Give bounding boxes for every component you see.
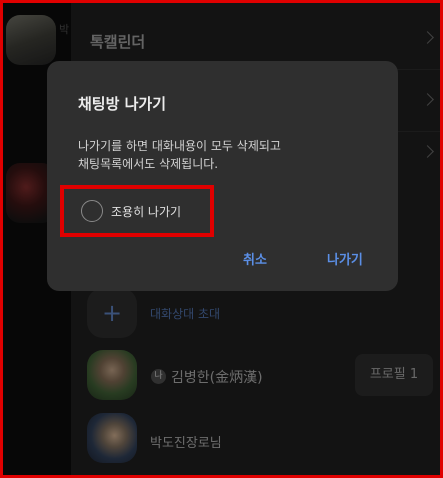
leave-button[interactable]: 나가기 (327, 249, 363, 268)
cancel-button[interactable]: 취소 (243, 249, 267, 268)
quiet-leave-option[interactable]: 조용히 나가기 (60, 185, 214, 237)
leave-chat-dialog: 채팅방 나가기 나가기를 하면 대화내용이 모두 삭제되고 채팅목록에서도 삭제… (47, 61, 398, 291)
screen-frame: 박 톡캘린더 + 대화상대 초대 나 김병한(金炳漢) 프로필 1 박도진장로님 (0, 0, 443, 478)
quiet-leave-label: 조용히 나가기 (111, 205, 182, 219)
dialog-message: 나가기를 하면 대화내용이 모두 삭제되고 채팅목록에서도 삭제됩니다. (78, 139, 281, 171)
radio-button[interactable] (81, 200, 103, 222)
dialog-title: 채팅방 나가기 (78, 95, 167, 113)
